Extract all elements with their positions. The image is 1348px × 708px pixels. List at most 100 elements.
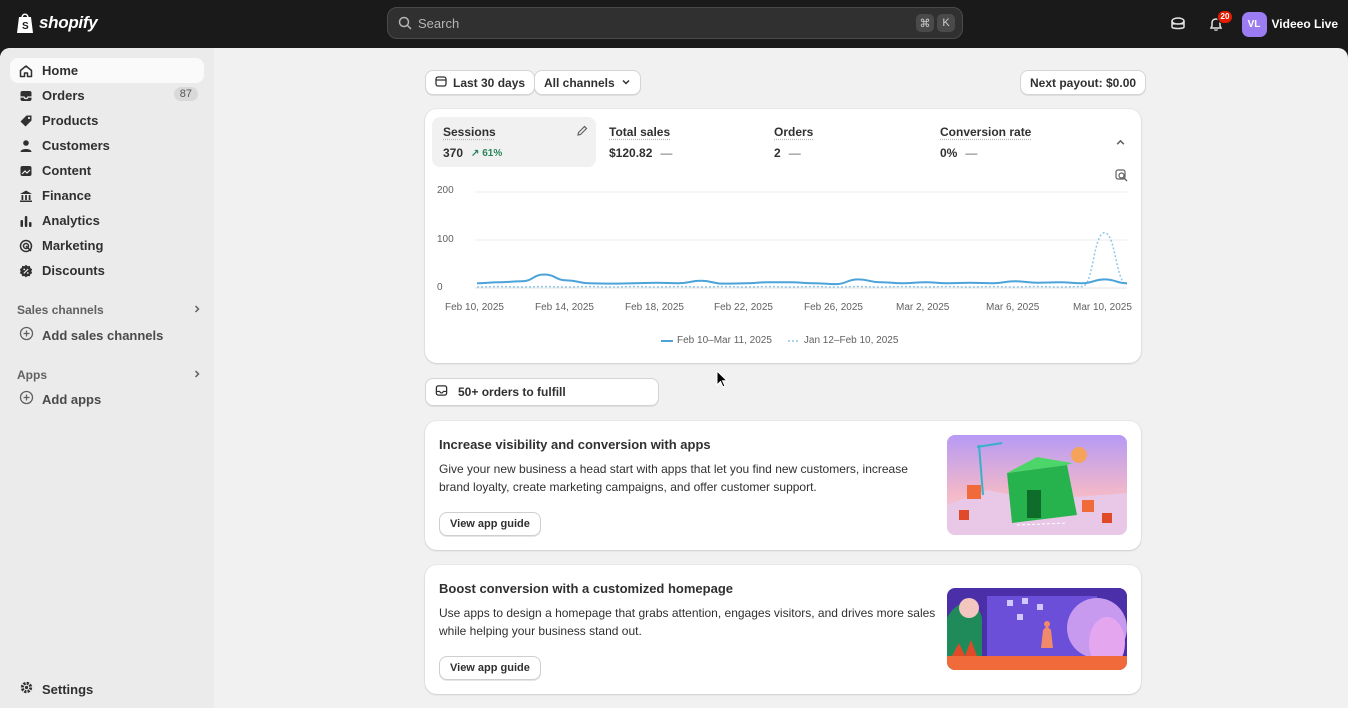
promo-illustration-homepage — [947, 588, 1127, 670]
channels-dropdown[interactable]: All channels — [534, 70, 641, 95]
add-sales-channels-label: Add sales channels — [42, 327, 164, 343]
shortcut-key-k: K — [937, 14, 955, 32]
view-app-guide-button[interactable]: View app guide — [439, 512, 541, 536]
bar-chart-icon — [18, 213, 34, 229]
orders-to-fulfill-button[interactable]: 50+ orders to fulfill — [425, 378, 659, 406]
sidebar-item-home[interactable]: Home — [10, 58, 204, 83]
x-tick-label: Feb 14, 2025 — [535, 302, 594, 313]
shortcut-key-cmd: ⌘ — [916, 14, 934, 32]
series-line-previous — [476, 232, 1128, 288]
search-bar[interactable]: Search ⌘ K — [387, 7, 963, 39]
chevron-right-icon — [192, 303, 202, 317]
bank-icon — [18, 188, 34, 204]
sidebar-item-label: Orders — [42, 88, 85, 103]
analytics-card: Sessions 370 ↗ 61% Total sales $120.82— O… — [425, 109, 1141, 363]
sidebar-item-label: Products — [42, 113, 99, 128]
x-tick-label: Mar 6, 2025 — [986, 302, 1040, 313]
sidebar-item-settings[interactable]: Settings — [19, 680, 93, 698]
x-tick-label: Feb 18, 2025 — [625, 302, 684, 313]
orders-to-fulfill-label: 50+ orders to fulfill — [458, 385, 566, 399]
gear-icon — [19, 680, 34, 698]
sidebar-item-label: Customers — [42, 138, 110, 153]
sidebar-item-content[interactable]: Content — [10, 158, 204, 183]
sidebar-item-marketing[interactable]: Marketing — [10, 233, 204, 258]
avatar[interactable]: VL — [1241, 11, 1267, 37]
sidebar-item-label: Home — [42, 63, 79, 78]
tag-icon — [18, 113, 34, 129]
bell-icon[interactable]: 20 — [1202, 10, 1234, 38]
person-icon — [18, 138, 34, 154]
apps-header[interactable]: Apps — [17, 368, 202, 382]
search-placeholder: Search — [418, 15, 460, 31]
shopify-logo[interactable]: S shopify — [16, 12, 98, 34]
store-icon[interactable] — [1164, 10, 1192, 38]
app-frame: Home Orders 87 Products Customers Conten… — [0, 48, 1348, 708]
logo-text: shopify — [39, 13, 98, 32]
main-content: Last 30 days All channels Next payout: $… — [214, 48, 1348, 708]
chevron-right-icon — [192, 368, 202, 382]
sidebar-item-products[interactable]: Products — [10, 108, 204, 133]
x-tick-label: Feb 26, 2025 — [804, 302, 863, 313]
promo-title: Increase visibility and conversion with … — [439, 437, 711, 452]
promo-body: Use apps to design a homepage that grabs… — [439, 606, 936, 638]
series-line-current — [476, 273, 1128, 286]
date-range-button[interactable]: Last 30 days — [425, 70, 536, 95]
promo-title: Boost conversion with a customized homep… — [439, 581, 733, 596]
channels-label: All channels — [544, 75, 615, 90]
x-tick-label: Mar 10, 2025 — [1073, 302, 1132, 313]
settings-label: Settings — [42, 681, 94, 697]
chevron-down-icon — [621, 76, 631, 90]
legend-item-previous[interactable]: Jan 12–Feb 10, 2025 — [787, 335, 899, 346]
apps-label: Apps — [17, 368, 47, 382]
promo-card-apps: Increase visibility and conversion with … — [425, 421, 1141, 550]
sales-channels-header[interactable]: Sales channels — [17, 303, 202, 317]
inbox-icon — [18, 88, 34, 104]
sidebar-item-label: Content — [42, 163, 92, 178]
notification-badge: 20 — [1216, 10, 1234, 24]
x-tick-label: Feb 10, 2025 — [445, 302, 504, 313]
top-bar: S shopify Search ⌘ K 20 VL Videeo Live — [0, 0, 1348, 48]
legend-item-current[interactable]: Feb 10–Mar 11, 2025 — [661, 335, 772, 346]
mouse-cursor — [716, 370, 729, 388]
chart-legend: Feb 10–Mar 11, 2025 Jan 12–Feb 10, 2025 — [661, 335, 898, 346]
sidebar-item-finance[interactable]: Finance — [10, 183, 204, 208]
target-icon — [18, 238, 34, 254]
sessions-chart — [475, 191, 1128, 289]
add-apps-button[interactable]: Add apps — [19, 390, 101, 408]
add-apps-label: Add apps — [42, 391, 102, 407]
sidebar-item-customers[interactable]: Customers — [10, 133, 204, 158]
legend-label: Feb 10–Mar 11, 2025 — [677, 335, 772, 346]
sidebar-item-label: Finance — [42, 188, 92, 203]
view-app-guide-button[interactable]: View app guide — [439, 656, 541, 680]
sidebar-item-label: Marketing — [42, 238, 104, 253]
shopify-bag-icon: S — [17, 13, 33, 33]
search-icon — [398, 16, 412, 30]
discount-icon — [18, 263, 34, 279]
next-payout-label: Next payout: $0.00 — [1030, 75, 1137, 90]
store-name[interactable]: Videeo Live — [1272, 17, 1338, 31]
plus-circle-icon — [19, 326, 34, 344]
promo-illustration-store — [947, 435, 1127, 535]
orders-count-badge: 87 — [173, 87, 198, 101]
promo-body: Give your new business a head start with… — [439, 462, 908, 494]
home-icon — [18, 63, 34, 79]
promo-card-homepage: Boost conversion with a customized homep… — [425, 565, 1141, 694]
sales-channels-label: Sales channels — [17, 303, 104, 317]
sidebar-item-analytics[interactable]: Analytics — [10, 208, 204, 233]
sidebar: Home Orders 87 Products Customers Conten… — [0, 48, 214, 708]
content-icon — [18, 163, 34, 179]
calendar-icon — [435, 75, 447, 90]
plus-circle-icon — [19, 390, 34, 408]
next-payout-button[interactable]: Next payout: $0.00 — [1020, 70, 1147, 95]
inbox-icon — [435, 384, 448, 400]
x-tick-label: Feb 22, 2025 — [714, 302, 773, 313]
sidebar-item-orders[interactable]: Orders 87 — [10, 83, 204, 108]
date-range-label: Last 30 days — [453, 75, 526, 90]
legend-label: Jan 12–Feb 10, 2025 — [803, 335, 899, 346]
sidebar-item-label: Analytics — [42, 213, 100, 228]
sidebar-item-discounts[interactable]: Discounts — [10, 258, 204, 283]
sidebar-item-label: Discounts — [42, 263, 105, 278]
add-sales-channels-button[interactable]: Add sales channels — [19, 326, 163, 344]
x-tick-label: Mar 2, 2025 — [896, 302, 950, 313]
svg-text:S: S — [22, 21, 29, 32]
